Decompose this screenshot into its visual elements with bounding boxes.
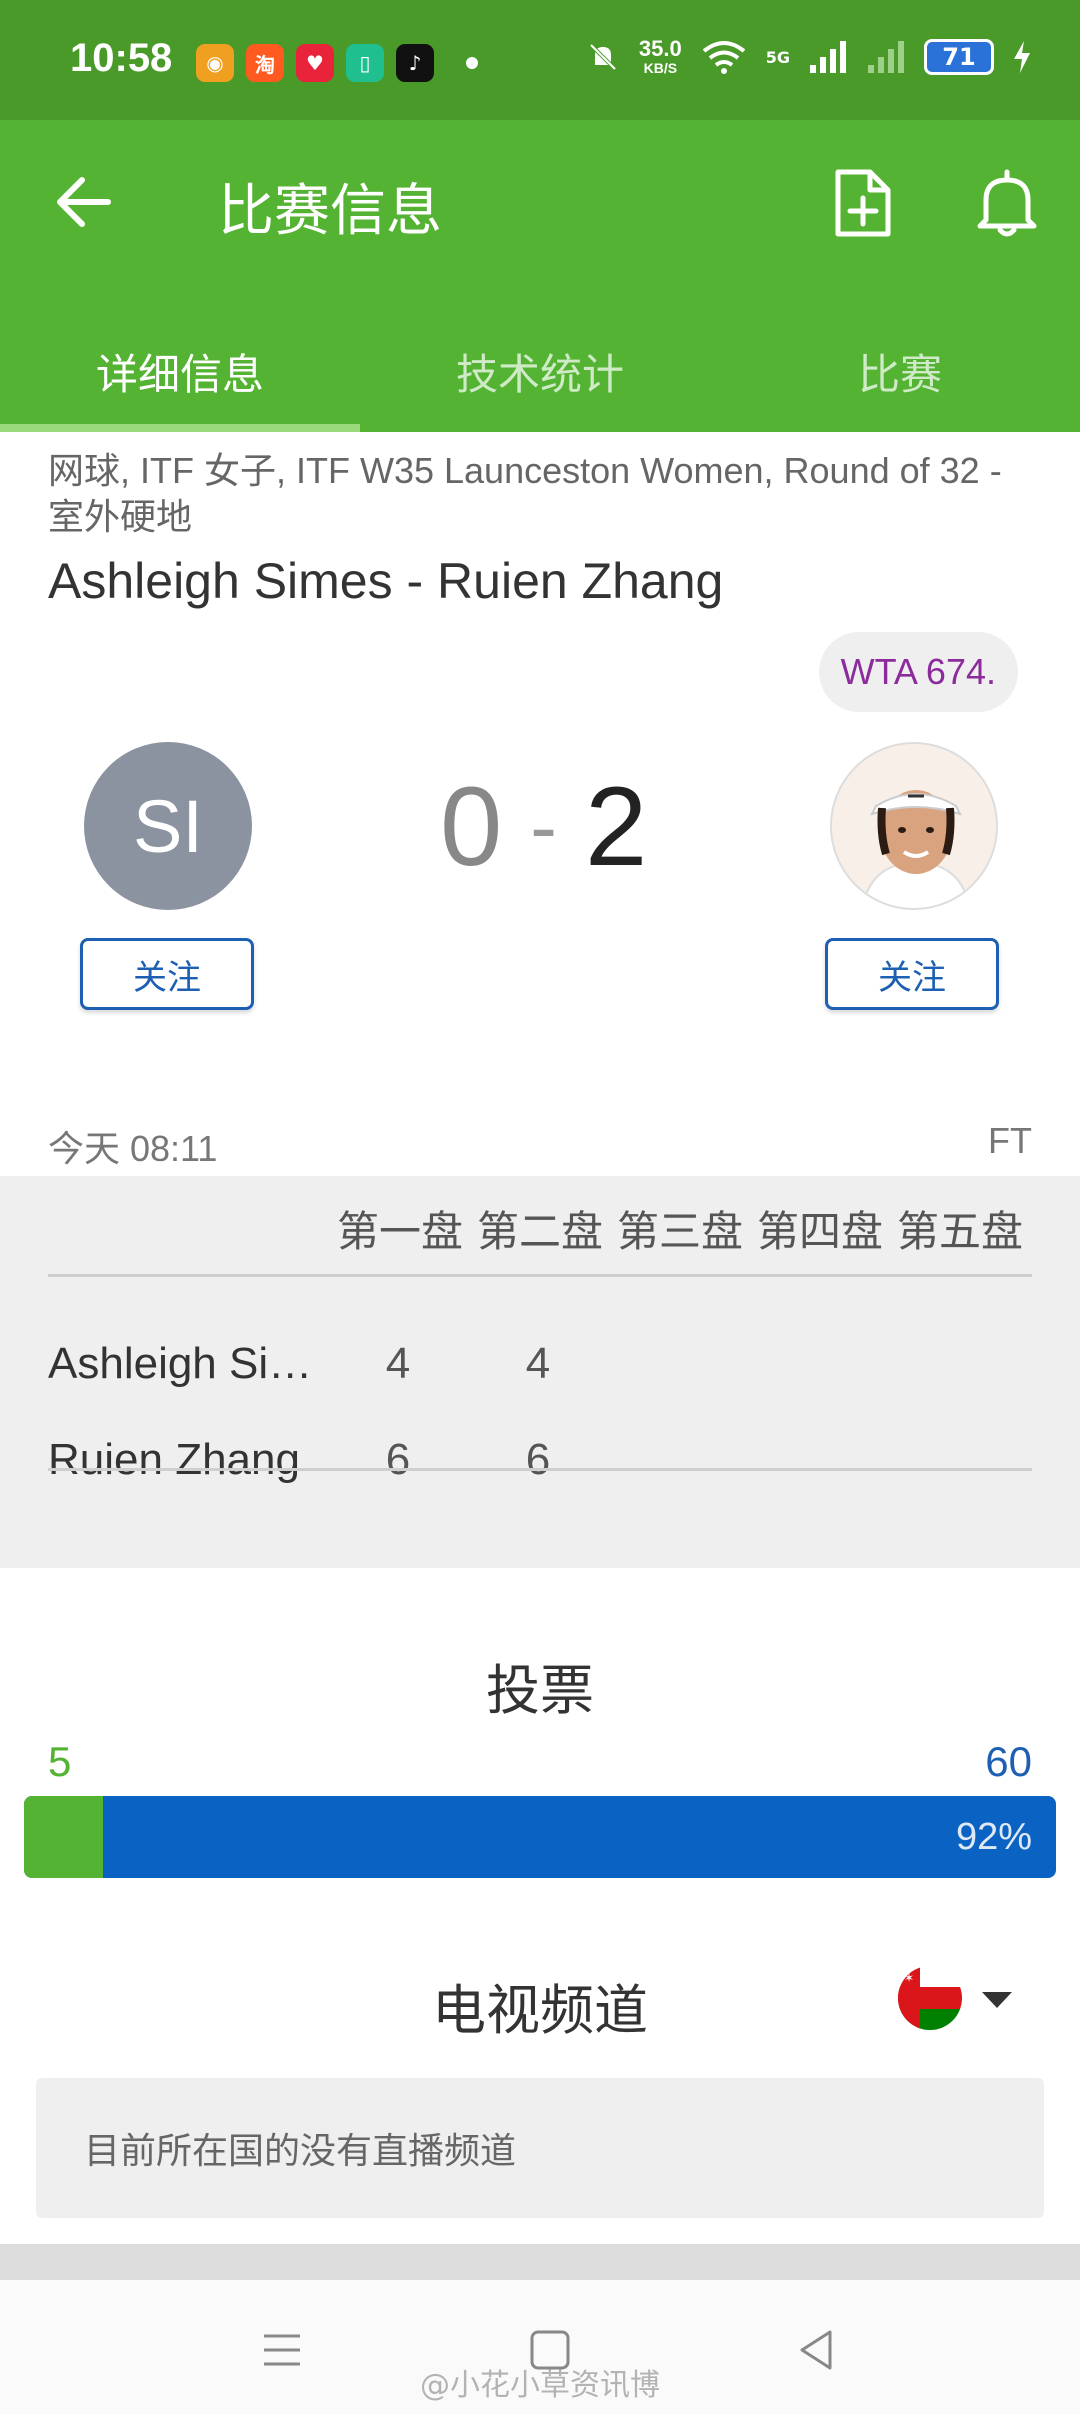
set-header: 第三盘 xyxy=(616,1207,743,1256)
match-title: Ashleigh Simes - Ruien Zhang xyxy=(48,553,724,609)
player-left-avatar[interactable]: SI xyxy=(84,742,252,910)
tiktok-icon: ♪ xyxy=(396,44,434,82)
bell-button[interactable] xyxy=(972,168,1042,238)
vote-percent: 92% xyxy=(955,1815,1032,1858)
signal-icon xyxy=(810,41,846,73)
match-status: FT xyxy=(988,1120,1032,1161)
table-row: Ashleigh Sim… 4 4 xyxy=(48,1324,1032,1404)
add-document-button[interactable] xyxy=(830,168,896,238)
vote-bar[interactable]: 92% xyxy=(24,1796,1056,1878)
watermark: @小花小草资讯博 xyxy=(420,2368,660,2403)
follow-right-button[interactable]: 关注 xyxy=(825,938,999,1010)
match-score: 0 - 2 xyxy=(440,762,647,891)
battery-indicator: 71 xyxy=(924,39,994,75)
score-separator: - xyxy=(530,781,557,871)
score-right: 2 xyxy=(584,764,648,889)
vote-left-fill xyxy=(24,1796,104,1878)
system-icons: 35.0 KB/S 5G 71 xyxy=(585,38,1032,76)
set-header: 第五盘 xyxy=(896,1207,1023,1256)
net-speed: 35.0 KB/S xyxy=(638,36,682,77)
mute-icon xyxy=(589,43,617,71)
set-headers: 第一盘 第二盘 第三盘 第四盘 第五盘 xyxy=(330,1198,1030,1259)
table-divider xyxy=(48,1274,1032,1277)
player-name: Ashleigh Sim… xyxy=(48,1339,348,1388)
heart-app-icon: ♥ xyxy=(296,44,334,82)
green-app-icon: ▯ xyxy=(346,44,384,82)
set-score-table: 第一盘 第二盘 第三盘 第四盘 第五盘 Ashleigh Sim… 4 4 Ru… xyxy=(0,1176,1080,1568)
tv-channel-message: 目前所在国的没有直播频道 xyxy=(36,2078,1044,2218)
tab-bar: 详细信息 技术统计 比赛 xyxy=(0,310,1080,432)
player-name: Ruien Zhang xyxy=(48,1435,300,1484)
set-header: 第二盘 xyxy=(476,1207,603,1256)
tab-match[interactable]: 比赛 xyxy=(720,310,1080,432)
charging-icon xyxy=(1014,41,1030,73)
set-score: 4 xyxy=(525,1339,551,1388)
signal-2-icon xyxy=(868,41,904,73)
set-score: 4 xyxy=(385,1339,411,1388)
status-time: 10:58 xyxy=(70,36,173,80)
tab-statistics[interactable]: 技术统计 xyxy=(360,310,720,432)
match-time-row: 今天 08:11 FT xyxy=(48,1120,1032,1172)
player-photo-icon xyxy=(832,744,996,908)
taobao-icon: 淘 xyxy=(246,44,284,82)
table-row: Ruien Zhang 6 6 xyxy=(48,1420,1032,1500)
match-time: 今天 08:11 xyxy=(48,1128,218,1169)
set-score: 6 xyxy=(525,1435,551,1484)
notification-icons: ◉ 淘 ♥ ▯ ♪ xyxy=(196,44,478,82)
section-divider xyxy=(0,2244,1080,2280)
competition-info: 网球, ITF 女子, ITF W35 Launceston Women, Ro… xyxy=(48,450,1002,537)
oman-flag-icon[interactable]: ✶ xyxy=(898,1966,962,2030)
tab-details[interactable]: 详细信息 xyxy=(0,310,360,432)
wifi-icon xyxy=(702,41,745,74)
player-right-avatar[interactable] xyxy=(830,742,998,910)
table-divider xyxy=(48,1468,1032,1471)
score-left: 0 xyxy=(440,764,503,889)
more-notifications-dot xyxy=(466,57,478,69)
set-score: 6 xyxy=(385,1435,411,1484)
vote-left-count: 5 xyxy=(48,1738,72,1785)
page-title: 比赛信息 xyxy=(218,179,442,244)
follow-left-button[interactable]: 关注 xyxy=(80,938,254,1010)
rank-badge: WTA 674. xyxy=(818,632,1018,712)
back-button[interactable] xyxy=(52,170,116,234)
set-header: 第一盘 xyxy=(336,1207,463,1256)
vote-right-count: 60 xyxy=(985,1738,1032,1785)
status-bar: 10:58 ◉ 淘 ♥ ▯ ♪ 35.0 KB/S 5G 71 xyxy=(0,0,1080,120)
weibo-icon: ◉ xyxy=(196,44,234,82)
chevron-down-icon[interactable] xyxy=(982,1992,1012,2008)
network-type: 5G xyxy=(765,47,790,67)
set-header: 第四盘 xyxy=(756,1207,883,1256)
vote-title: 投票 xyxy=(486,1659,594,1722)
